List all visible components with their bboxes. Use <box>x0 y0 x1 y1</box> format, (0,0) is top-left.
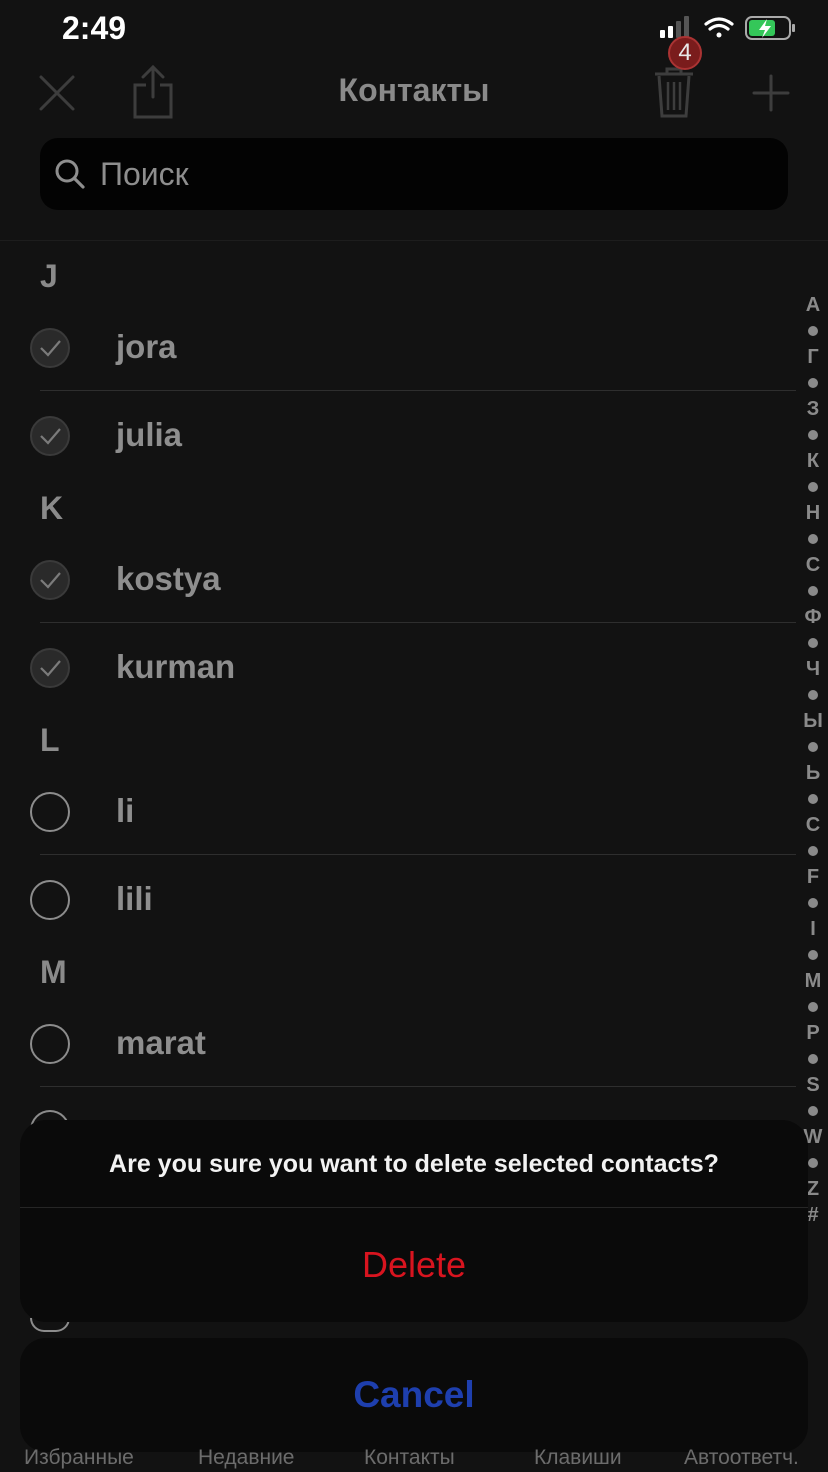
selection-checkbox[interactable] <box>30 560 70 600</box>
checkmark-icon <box>40 660 61 677</box>
contact-name: julia <box>116 416 183 453</box>
section-header-k: K <box>40 490 64 526</box>
index-letter[interactable]: Ь <box>800 760 826 786</box>
index-letter[interactable]: С <box>800 552 826 578</box>
signal-icon <box>660 16 689 38</box>
page-title: Контакты <box>338 72 490 108</box>
selection-checkbox[interactable] <box>30 416 70 456</box>
contact-row[interactable]: julia <box>0 392 796 480</box>
index-letter[interactable]: F <box>800 864 826 890</box>
trash-icon <box>655 67 693 118</box>
selection-checkbox[interactable] <box>30 792 70 832</box>
index-letter[interactable]: P <box>800 1020 826 1046</box>
index-dot <box>808 1106 818 1116</box>
add-contact-button[interactable] <box>750 72 792 114</box>
section-header-j: J <box>40 258 58 294</box>
contact-row[interactable]: kurman <box>0 624 796 712</box>
checkmark-icon <box>40 428 61 445</box>
contact-name: lili <box>116 880 153 917</box>
index-letter[interactable]: К <box>800 448 826 474</box>
index-dot <box>808 586 818 596</box>
contact-row[interactable]: li <box>0 768 796 856</box>
index-letter[interactable]: Н <box>800 500 826 526</box>
contact-name: marat <box>116 1024 206 1061</box>
wifi-icon <box>704 17 734 38</box>
row-divider <box>40 1086 796 1087</box>
selected-count-badge: 4 <box>668 36 702 70</box>
battery-icon <box>745 16 795 40</box>
checkmark-icon <box>40 340 61 357</box>
index-dot <box>808 898 818 908</box>
selection-checkbox[interactable] <box>30 880 70 920</box>
tab-keypad[interactable]: Клавиши <box>534 1446 622 1470</box>
index-dot <box>808 950 818 960</box>
contact-name: li <box>116 792 135 829</box>
index-dot <box>808 846 818 856</box>
search-icon <box>55 159 85 189</box>
index-letter[interactable]: Г <box>800 344 826 370</box>
index-dot <box>808 794 818 804</box>
selection-checkbox[interactable] <box>30 1024 70 1064</box>
tab-recents[interactable]: Недавние <box>198 1446 294 1470</box>
index-letter[interactable]: S <box>800 1072 826 1098</box>
action-sheet-message: Are you sure you want to delete selected… <box>109 1149 719 1178</box>
contact-row[interactable]: jora <box>0 304 796 392</box>
cancel-button[interactable]: Cancel <box>20 1338 808 1452</box>
alphabet-index[interactable]: A Г З К Н С Ф Ч Ы Ь C F I M P S W Z # <box>800 292 826 1228</box>
section-header-l: L <box>40 722 60 758</box>
contact-name: kurman <box>116 648 236 685</box>
index-letter[interactable]: Ч <box>800 656 826 682</box>
index-letter[interactable]: Ф <box>800 604 826 630</box>
index-dot <box>808 742 818 752</box>
tab-bar: Избранные Недавние Контакты Клавиши Авто… <box>0 1446 828 1472</box>
contact-row[interactable]: lili <box>0 856 796 944</box>
status-time: 2:49 <box>62 10 127 46</box>
index-dot <box>808 1054 818 1064</box>
index-dot <box>808 482 818 492</box>
contact-row[interactable]: marat <box>0 1000 796 1088</box>
tab-contacts[interactable]: Контакты <box>364 1446 455 1470</box>
contact-row[interactable]: kostya <box>0 536 796 624</box>
index-dot <box>808 534 818 544</box>
tab-voicemail[interactable]: Автоответч. <box>684 1446 799 1470</box>
row-divider <box>40 390 796 391</box>
section-header-m: M <box>40 954 67 990</box>
index-dot <box>808 1002 818 1012</box>
index-dot <box>808 690 818 700</box>
index-dot <box>808 326 818 336</box>
row-divider <box>40 854 796 855</box>
index-dot <box>808 638 818 648</box>
divider <box>0 240 828 241</box>
index-letter[interactable]: M <box>800 968 826 994</box>
index-letter[interactable]: I <box>800 916 826 942</box>
index-dot <box>808 378 818 388</box>
checkmark-icon <box>40 572 61 589</box>
search-bar[interactable] <box>40 138 788 210</box>
selection-checkbox[interactable] <box>30 328 70 368</box>
row-divider <box>40 622 796 623</box>
index-dot <box>808 430 818 440</box>
plus-icon <box>752 74 790 112</box>
index-letter[interactable]: A <box>800 292 826 318</box>
index-letter[interactable]: З <box>800 396 826 422</box>
confirm-delete-button[interactable]: Delete <box>20 1208 808 1322</box>
index-dot <box>808 1158 818 1168</box>
tab-favorites[interactable]: Избранные <box>24 1446 134 1470</box>
contact-name: kostya <box>116 560 221 597</box>
action-sheet: Are you sure you want to delete selected… <box>20 1120 808 1322</box>
index-letter[interactable]: Ы <box>800 708 826 734</box>
delete-button[interactable] <box>652 66 696 118</box>
index-letter[interactable]: C <box>800 812 826 838</box>
contact-name: jora <box>116 328 177 365</box>
selection-checkbox[interactable] <box>30 648 70 688</box>
search-input[interactable] <box>98 154 702 194</box>
